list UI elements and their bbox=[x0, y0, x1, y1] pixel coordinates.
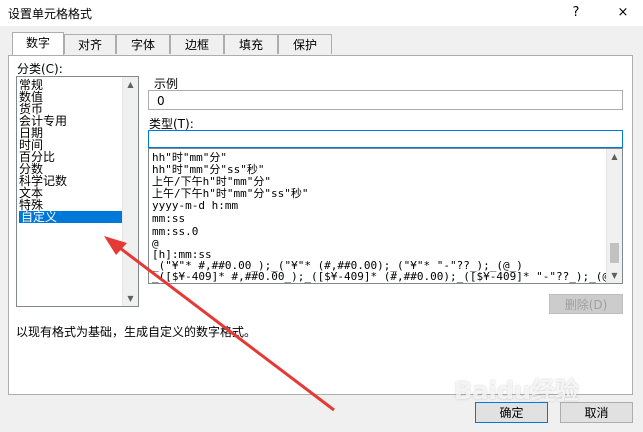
annotation-arrow-line bbox=[111, 240, 335, 412]
annotation-arrow bbox=[104, 236, 335, 412]
